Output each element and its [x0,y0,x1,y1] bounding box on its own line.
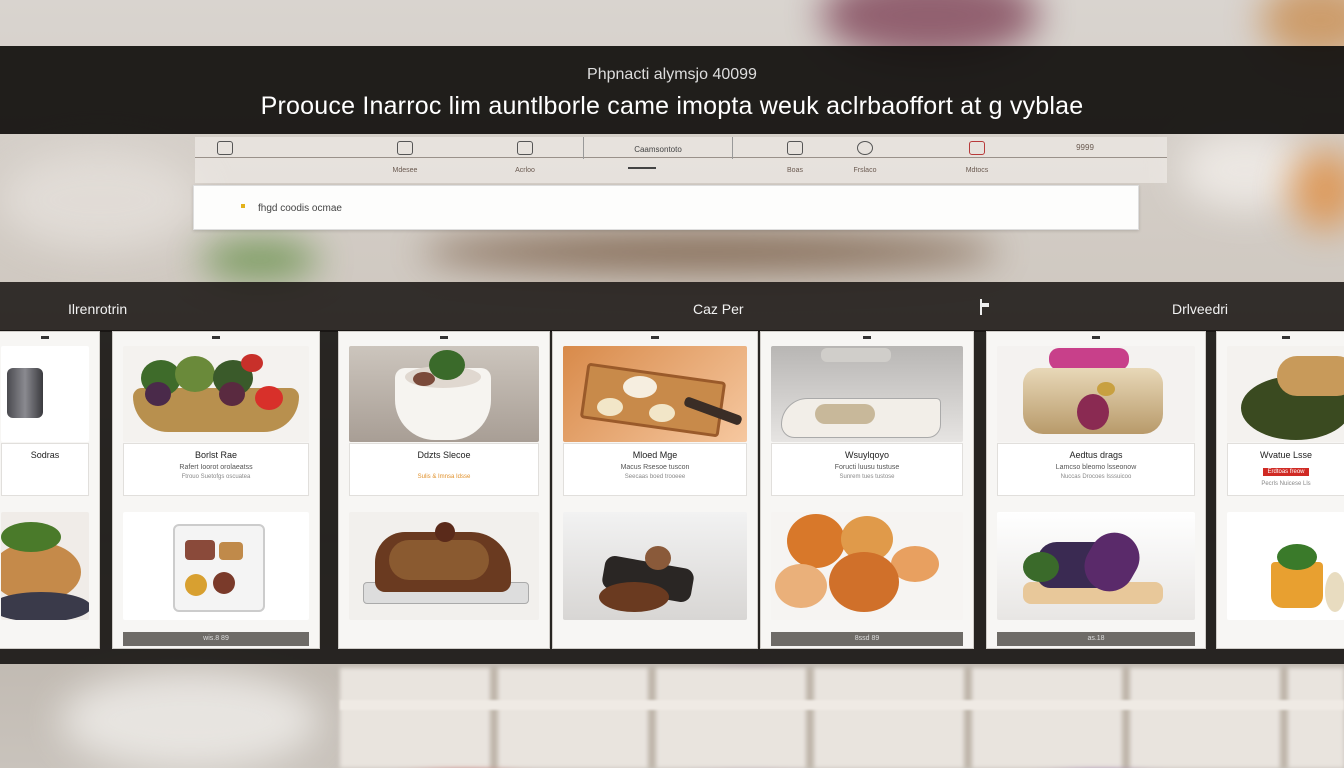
product-image [997,346,1195,442]
product-card[interactable]: Wvatue Lsse Erdtoas freow Pecrls Nuicese… [1216,331,1344,649]
product-description: Rafert Ioorot orolaeatss [179,464,253,471]
product-card[interactable]: Ddzts Slecoe Sulis & Imnsa Idsse [338,331,550,649]
category-item-4[interactable]: Mdtocs [947,141,1007,174]
product-name: Aedtus drags [1069,450,1123,460]
pin-icon [41,336,49,339]
product-name: Sodras [30,450,60,460]
category-item-2[interactable]: Boas [765,141,825,174]
product-meta: Seecaas boed trooeee [624,474,686,480]
product-info: Wvatue Lsse Erdtoas freow Pecrls Nuicese… [1227,443,1344,496]
product-image [1,346,89,442]
product-footer: as.18 [997,632,1195,646]
bowl-icon [628,159,656,169]
product-carousel: Sodras Borlst Rae Rafert Ioorot orolaeat… [0,330,1344,664]
product-footer: 8ssd 89 [771,632,963,646]
product-meta: Sulis & Imnsa Idsse [417,474,471,480]
product-meta: Sunrem tues tustose [839,474,895,480]
product-image [349,512,539,620]
category-end-label: 9999 [1076,143,1094,152]
kettle-icon [397,141,413,155]
home-icon [217,141,233,155]
tab-label: Caamsontoto [634,145,682,154]
promo-badge: Erdtoas freow [1263,468,1309,476]
product-footer: wis.8 89 [123,632,309,646]
product-name: Wvatue Lsse [1259,450,1313,460]
smile-icon [857,141,873,155]
page-title: Proouce Inarroc lim auntlborle came imop… [260,92,1084,120]
product-image [563,512,747,620]
search-input[interactable]: fhgd coodis ocmae [258,203,342,214]
category-item-0[interactable]: Mdesee [375,141,435,174]
product-info: Sodras [1,443,89,496]
product-image [997,512,1195,620]
product-image [563,346,747,442]
product-info: Mloed Mge Macus Rsesoe tuscon Seecaas bo… [563,443,747,496]
product-card[interactable]: Borlst Rae Rafert Ioorot orolaeatss Ftro… [112,331,320,649]
product-info: Borlst Rae Rafert Ioorot orolaeatss Ftro… [123,443,309,496]
search-bar[interactable]: fhgd coodis ocmae [193,185,1139,230]
product-card[interactable]: Sodras [0,331,100,649]
product-image [1227,346,1344,442]
product-image [771,346,963,442]
product-meta: Nuccas Drocoes Isssuicoo [1060,474,1132,480]
product-card[interactable]: Wsuylqoyo Foructi luusu tustuse Sunrem t… [760,331,974,649]
category-label: Mdtocs [965,167,989,174]
bowl-icon [787,141,803,155]
header-banner: Phpnacti alymsjo 40099 Proouce Inarroc l… [0,46,1344,134]
bag-icon [969,141,985,155]
section-left-label[interactable]: Ilrenrotrin [68,301,127,317]
pin-icon [212,336,220,339]
product-image [1227,512,1344,620]
search-icon [241,204,245,208]
product-image [349,346,539,442]
section-right-label[interactable]: Drlveedri [1172,301,1228,317]
category-item-1[interactable]: Acrloo [495,141,555,174]
product-card[interactable]: Aedtus drags Lamcso bleomo lsseonow Nucc… [986,331,1206,649]
product-description: Macus Rsesoe tuscon [620,464,690,471]
product-meta: Ftrouo Suetofgs oscuatea [181,474,251,480]
pin-icon [1282,336,1290,339]
category-end: 9999 [1055,143,1115,152]
product-name: Wsuylqoyo [844,450,889,460]
product-info: Wsuylqoyo Foructi luusu tustuse Sunrem t… [771,443,963,496]
product-meta: Pecrls Nuicese Lls [1261,481,1311,487]
product-image [123,346,309,442]
pin-icon [1092,336,1100,339]
banner-subtitle: Phpnacti alymsjo 40099 [587,66,757,83]
category-home[interactable] [195,141,255,155]
tab-selected-category[interactable]: Caamsontoto [583,137,733,169]
cart-icon [517,141,533,155]
product-name: Ddzts Slecoe [417,450,471,460]
pin-icon [863,336,871,339]
product-image [1,512,89,620]
category-label: Acrloo [515,167,535,174]
product-image [771,512,963,620]
product-name: Mloed Mge [632,450,678,460]
product-description: Lamcso bleomo lsseonow [1055,464,1137,471]
product-card[interactable]: Mloed Mge Macus Rsesoe tuscon Seecaas bo… [552,331,758,649]
section-middle-label[interactable]: Caz Per [693,301,744,317]
category-label: Boas [787,167,803,174]
pin-icon [651,336,659,339]
category-strip: Mdesee Acrloo Caamsontoto Boas Frslaco M… [195,137,1167,183]
flag-icon [980,299,990,315]
category-item-3[interactable]: Frslaco [835,141,895,174]
category-label: Mdesee [392,167,418,174]
section-bar: Ilrenrotrin Caz Per Drlveedri [0,282,1344,332]
product-description: Foructi luusu tustuse [834,464,900,471]
product-info: Aedtus drags Lamcso bleomo lsseonow Nucc… [997,443,1195,496]
product-image [123,512,309,620]
product-info: Ddzts Slecoe Sulis & Imnsa Idsse [349,443,539,496]
pin-icon [440,336,448,339]
category-label: Frslaco [853,167,877,174]
product-name: Borlst Rae [194,450,238,460]
